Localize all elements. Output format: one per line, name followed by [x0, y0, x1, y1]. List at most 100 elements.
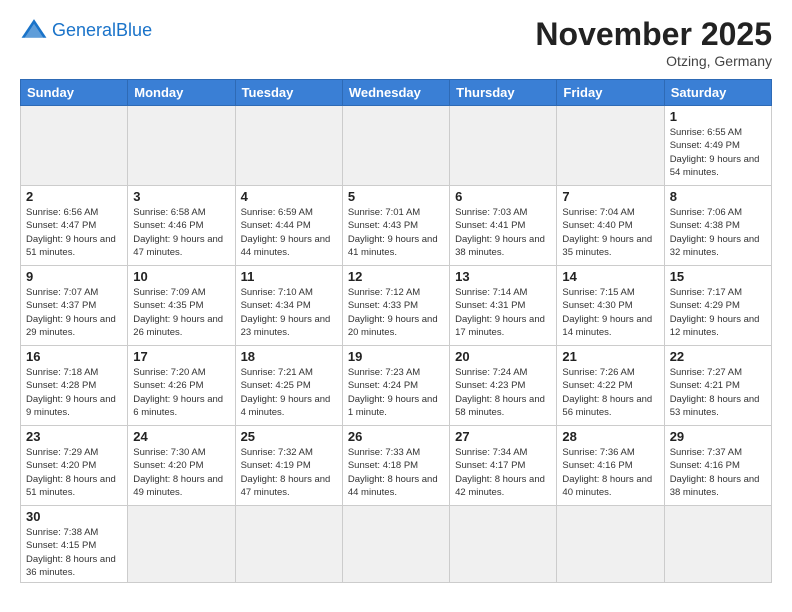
calendar-cell: [342, 506, 449, 583]
day-info: Sunrise: 7:33 AM Sunset: 4:18 PM Dayligh…: [348, 446, 444, 499]
day-number: 11: [241, 269, 337, 284]
weekday-header-sunday: Sunday: [21, 80, 128, 106]
calendar-cell: [450, 506, 557, 583]
day-number: 9: [26, 269, 122, 284]
calendar-cell: 20 Sunrise: 7:24 AM Sunset: 4:23 PM Dayli…: [450, 346, 557, 426]
calendar-week-row: 16 Sunrise: 7:18 AM Sunset: 4:28 PM Dayli…: [21, 346, 772, 426]
calendar-cell: 13Sunrise: 7:14 AM Sunset: 4:31 PM Dayli…: [450, 266, 557, 346]
weekday-header-thursday: Thursday: [450, 80, 557, 106]
calendar-cell: 3 Sunrise: 6:58 AM Sunset: 4:46 PM Daylig…: [128, 186, 235, 266]
calendar-cell: 23Sunrise: 7:29 AM Sunset: 4:20 PM Dayli…: [21, 426, 128, 506]
calendar-cell: 1 Sunrise: 6:55 AM Sunset: 4:49 PM Daylig…: [664, 106, 771, 186]
logo-icon: [20, 16, 48, 44]
calendar-cell: 26 Sunrise: 7:33 AM Sunset: 4:18 PM Dayli…: [342, 426, 449, 506]
calendar-cell: 14Sunrise: 7:15 AM Sunset: 4:30 PM Dayli…: [557, 266, 664, 346]
calendar-cell: 15Sunrise: 7:17 AM Sunset: 4:29 PM Dayli…: [664, 266, 771, 346]
day-number: 30: [26, 509, 122, 524]
calendar-cell: 19 Sunrise: 7:23 AM Sunset: 4:24 PM Dayli…: [342, 346, 449, 426]
calendar-cell: 27Sunrise: 7:34 AM Sunset: 4:17 PM Dayli…: [450, 426, 557, 506]
day-info: Sunrise: 7:23 AM Sunset: 4:24 PM Dayligh…: [348, 366, 444, 419]
day-number: 28: [562, 429, 658, 444]
day-info: Sunrise: 7:18 AM Sunset: 4:28 PM Dayligh…: [26, 366, 122, 419]
day-number: 5: [348, 189, 444, 204]
calendar-cell: 29 Sunrise: 7:37 AM Sunset: 4:16 PM Dayli…: [664, 426, 771, 506]
calendar-cell: 8 Sunrise: 7:06 AM Sunset: 4:38 PM Daylig…: [664, 186, 771, 266]
day-number: 22: [670, 349, 766, 364]
calendar-cell: 21Sunrise: 7:26 AM Sunset: 4:22 PM Dayli…: [557, 346, 664, 426]
calendar-cell: [21, 106, 128, 186]
calendar-cell: 2 Sunrise: 6:56 AM Sunset: 4:47 PM Daylig…: [21, 186, 128, 266]
day-info: Sunrise: 6:56 AM Sunset: 4:47 PM Dayligh…: [26, 206, 122, 259]
day-number: 4: [241, 189, 337, 204]
calendar-cell: [664, 506, 771, 583]
day-info: Sunrise: 6:55 AM Sunset: 4:49 PM Dayligh…: [670, 126, 766, 179]
month-title: November 2025: [535, 16, 772, 53]
calendar-cell: 7 Sunrise: 7:04 AM Sunset: 4:40 PM Daylig…: [557, 186, 664, 266]
day-number: 13: [455, 269, 551, 284]
calendar-cell: [450, 106, 557, 186]
calendar-cell: 11 Sunrise: 7:10 AM Sunset: 4:34 PM Dayli…: [235, 266, 342, 346]
day-info: Sunrise: 7:32 AM Sunset: 4:19 PM Dayligh…: [241, 446, 337, 499]
day-info: Sunrise: 7:20 AM Sunset: 4:26 PM Dayligh…: [133, 366, 229, 419]
day-info: Sunrise: 7:04 AM Sunset: 4:40 PM Dayligh…: [562, 206, 658, 259]
logo-text: GeneralBlue: [52, 21, 152, 39]
calendar-week-row: 9Sunrise: 7:07 AM Sunset: 4:37 PM Daylig…: [21, 266, 772, 346]
weekday-header-tuesday: Tuesday: [235, 80, 342, 106]
day-number: 16: [26, 349, 122, 364]
day-number: 24: [133, 429, 229, 444]
calendar-cell: 18Sunrise: 7:21 AM Sunset: 4:25 PM Dayli…: [235, 346, 342, 426]
logo: GeneralBlue: [20, 16, 152, 44]
title-block: November 2025 Otzing, Germany: [535, 16, 772, 69]
calendar-cell: 12 Sunrise: 7:12 AM Sunset: 4:33 PM Dayli…: [342, 266, 449, 346]
calendar-cell: 22Sunrise: 7:27 AM Sunset: 4:21 PM Dayli…: [664, 346, 771, 426]
day-number: 29: [670, 429, 766, 444]
day-info: Sunrise: 7:38 AM Sunset: 4:15 PM Dayligh…: [26, 526, 122, 579]
calendar-cell: 16 Sunrise: 7:18 AM Sunset: 4:28 PM Dayli…: [21, 346, 128, 426]
day-number: 20: [455, 349, 551, 364]
calendar: SundayMondayTuesdayWednesdayThursdayFrid…: [20, 79, 772, 583]
calendar-cell: [128, 106, 235, 186]
day-number: 12: [348, 269, 444, 284]
day-info: Sunrise: 7:29 AM Sunset: 4:20 PM Dayligh…: [26, 446, 122, 499]
day-number: 25: [241, 429, 337, 444]
day-info: Sunrise: 7:09 AM Sunset: 4:35 PM Dayligh…: [133, 286, 229, 339]
day-info: Sunrise: 7:24 AM Sunset: 4:23 PM Dayligh…: [455, 366, 551, 419]
day-number: 2: [26, 189, 122, 204]
calendar-cell: [557, 106, 664, 186]
day-info: Sunrise: 6:58 AM Sunset: 4:46 PM Dayligh…: [133, 206, 229, 259]
weekday-header-monday: Monday: [128, 80, 235, 106]
day-number: 8: [670, 189, 766, 204]
day-info: Sunrise: 7:21 AM Sunset: 4:25 PM Dayligh…: [241, 366, 337, 419]
day-info: Sunrise: 7:06 AM Sunset: 4:38 PM Dayligh…: [670, 206, 766, 259]
calendar-week-row: 2 Sunrise: 6:56 AM Sunset: 4:47 PM Daylig…: [21, 186, 772, 266]
day-number: 7: [562, 189, 658, 204]
day-number: 3: [133, 189, 229, 204]
day-number: 10: [133, 269, 229, 284]
calendar-cell: 9Sunrise: 7:07 AM Sunset: 4:37 PM Daylig…: [21, 266, 128, 346]
weekday-header-wednesday: Wednesday: [342, 80, 449, 106]
weekday-header-saturday: Saturday: [664, 80, 771, 106]
day-info: Sunrise: 7:34 AM Sunset: 4:17 PM Dayligh…: [455, 446, 551, 499]
calendar-cell: 24Sunrise: 7:30 AM Sunset: 4:20 PM Dayli…: [128, 426, 235, 506]
calendar-cell: 10 Sunrise: 7:09 AM Sunset: 4:35 PM Dayli…: [128, 266, 235, 346]
calendar-cell: [128, 506, 235, 583]
day-info: Sunrise: 7:10 AM Sunset: 4:34 PM Dayligh…: [241, 286, 337, 339]
calendar-cell: 17 Sunrise: 7:20 AM Sunset: 4:26 PM Dayli…: [128, 346, 235, 426]
calendar-cell: 25 Sunrise: 7:32 AM Sunset: 4:19 PM Dayli…: [235, 426, 342, 506]
day-info: Sunrise: 7:12 AM Sunset: 4:33 PM Dayligh…: [348, 286, 444, 339]
calendar-cell: [342, 106, 449, 186]
day-number: 26: [348, 429, 444, 444]
day-info: Sunrise: 7:37 AM Sunset: 4:16 PM Dayligh…: [670, 446, 766, 499]
calendar-cell: 30 Sunrise: 7:38 AM Sunset: 4:15 PM Dayli…: [21, 506, 128, 583]
weekday-header-row: SundayMondayTuesdayWednesdayThursdayFrid…: [21, 80, 772, 106]
day-number: 17: [133, 349, 229, 364]
weekday-header-friday: Friday: [557, 80, 664, 106]
day-info: Sunrise: 7:36 AM Sunset: 4:16 PM Dayligh…: [562, 446, 658, 499]
day-number: 1: [670, 109, 766, 124]
day-number: 19: [348, 349, 444, 364]
day-info: Sunrise: 7:17 AM Sunset: 4:29 PM Dayligh…: [670, 286, 766, 339]
day-info: Sunrise: 7:01 AM Sunset: 4:43 PM Dayligh…: [348, 206, 444, 259]
day-number: 14: [562, 269, 658, 284]
day-info: Sunrise: 7:03 AM Sunset: 4:41 PM Dayligh…: [455, 206, 551, 259]
calendar-cell: [235, 106, 342, 186]
